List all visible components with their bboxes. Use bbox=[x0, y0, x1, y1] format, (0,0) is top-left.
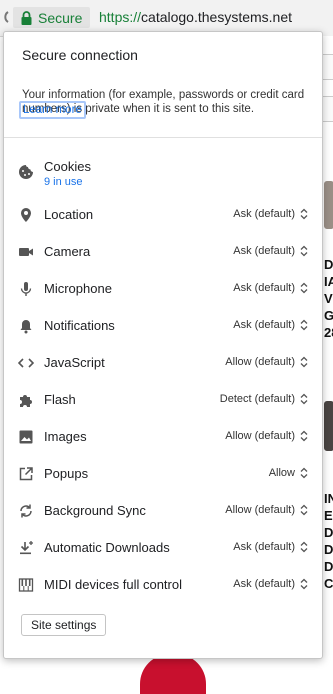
permission-label: Automatic Downloads bbox=[44, 540, 170, 555]
updown-chevron-icon bbox=[300, 578, 308, 590]
url-host: catalogo.thesystems.net bbox=[141, 9, 293, 25]
background-product-image bbox=[324, 401, 333, 451]
permission-select-midi[interactable]: Ask (default) bbox=[233, 578, 308, 590]
lock-icon bbox=[20, 10, 33, 25]
updown-chevron-icon bbox=[300, 356, 308, 368]
permission-value: Ask (default) bbox=[233, 541, 295, 553]
reload-icon-partial[interactable] bbox=[2, 9, 10, 25]
popup-title: Secure connection bbox=[22, 47, 138, 63]
updown-chevron-icon bbox=[300, 208, 308, 220]
microphone-icon bbox=[18, 281, 34, 297]
permission-value: Ask (default) bbox=[233, 578, 295, 590]
permission-value: Ask (default) bbox=[233, 208, 295, 220]
permission-label: Notifications bbox=[44, 318, 115, 333]
permission-label: Camera bbox=[44, 244, 91, 259]
secure-connection-chip[interactable]: Secure bbox=[13, 7, 91, 28]
permission-row-javascript: JavaScript Allow (default) bbox=[4, 348, 322, 378]
permission-row-popups: Popups Allow bbox=[4, 459, 322, 489]
piano-keys-icon bbox=[18, 577, 34, 593]
permission-row-notifications: Notifications Ask (default) bbox=[4, 311, 322, 341]
updown-chevron-icon bbox=[300, 504, 308, 516]
permission-select-notifications[interactable]: Ask (default) bbox=[233, 319, 308, 331]
permission-label: Background Sync bbox=[44, 503, 146, 518]
puzzle-piece-icon bbox=[18, 392, 34, 408]
permission-label: JavaScript bbox=[44, 355, 105, 370]
permission-row-cookies: Cookies 9 in use bbox=[4, 157, 322, 188]
permission-row-automatic-downloads: Automatic Downloads Ask (default) bbox=[4, 533, 322, 563]
permission-select-microphone[interactable]: Ask (default) bbox=[233, 282, 308, 294]
permission-value: Detect (default) bbox=[219, 393, 295, 405]
permission-label: Flash bbox=[44, 392, 76, 407]
permission-value: Allow (default) bbox=[225, 356, 295, 368]
code-icon bbox=[17, 355, 35, 371]
permission-row-flash: Flash Detect (default) bbox=[4, 385, 322, 415]
camera-icon bbox=[18, 244, 34, 260]
image-icon bbox=[18, 429, 34, 445]
updown-chevron-icon bbox=[300, 541, 308, 553]
permission-select-flash[interactable]: Detect (default) bbox=[220, 393, 308, 405]
permission-value: Allow bbox=[268, 467, 295, 479]
permission-row-images: Images Allow (default) bbox=[4, 422, 322, 452]
permission-select-popups[interactable]: Allow bbox=[269, 467, 308, 479]
background-product-image bbox=[324, 181, 333, 229]
permission-select-background-sync[interactable]: Allow (default) bbox=[225, 504, 308, 516]
updown-chevron-icon bbox=[300, 245, 308, 257]
bell-icon bbox=[18, 318, 34, 334]
updown-chevron-icon bbox=[300, 467, 308, 479]
permission-select-location[interactable]: Ask (default) bbox=[233, 208, 308, 220]
download-icon bbox=[18, 540, 34, 556]
updown-chevron-icon bbox=[300, 282, 308, 294]
site-settings-button[interactable]: Site settings bbox=[21, 614, 107, 636]
url-text[interactable]: https://catalogo.thesystems.net bbox=[99, 9, 292, 25]
site-info-popup: Secure connection Your information (for … bbox=[3, 31, 323, 659]
permission-value: Ask (default) bbox=[233, 245, 295, 257]
learn-more-link[interactable]: Learn more bbox=[19, 101, 86, 119]
permission-value: Ask (default) bbox=[233, 282, 295, 294]
permission-value: Allow (default) bbox=[225, 504, 295, 516]
background-text-block: IN E D D D C bbox=[324, 491, 333, 591]
permission-select-automatic-downloads[interactable]: Ask (default) bbox=[233, 541, 308, 553]
updown-chevron-icon bbox=[300, 430, 308, 442]
updown-chevron-icon bbox=[300, 393, 308, 405]
background-text-block: DIAVG28 bbox=[324, 257, 333, 340]
permission-row-camera: Camera Ask (default) bbox=[4, 237, 322, 267]
permission-value: Allow (default) bbox=[225, 430, 295, 442]
cookie-icon bbox=[18, 164, 34, 180]
url-scheme: https:// bbox=[99, 9, 142, 25]
permission-label: Location bbox=[44, 207, 94, 222]
secure-label: Secure bbox=[38, 9, 83, 26]
permission-select-images[interactable]: Allow (default) bbox=[225, 430, 308, 442]
popup-external-icon bbox=[18, 466, 34, 482]
permission-row-midi: MIDI devices full control Ask (default) bbox=[4, 570, 322, 600]
permission-label: Popups bbox=[44, 466, 89, 481]
permission-row-microphone: Microphone Ask (default) bbox=[4, 274, 322, 304]
permission-label: Images bbox=[44, 429, 87, 444]
permission-label: MIDI devices full control bbox=[44, 577, 182, 592]
permission-select-javascript[interactable]: Allow (default) bbox=[225, 356, 308, 368]
sync-icon bbox=[18, 503, 34, 519]
updown-chevron-icon bbox=[300, 319, 308, 331]
cookies-in-use-link[interactable]: 9 in use bbox=[44, 176, 83, 188]
permission-row-background-sync: Background Sync Allow (default) bbox=[4, 496, 322, 526]
permission-label: Cookies bbox=[44, 159, 91, 174]
permission-row-location: Location Ask (default) bbox=[4, 200, 322, 230]
background-product-image bbox=[140, 654, 206, 694]
location-pin-icon bbox=[18, 207, 34, 223]
divider bbox=[4, 137, 322, 138]
permission-select-camera[interactable]: Ask (default) bbox=[233, 245, 308, 257]
permission-value: Ask (default) bbox=[233, 319, 295, 331]
permission-label: Microphone bbox=[44, 281, 112, 296]
